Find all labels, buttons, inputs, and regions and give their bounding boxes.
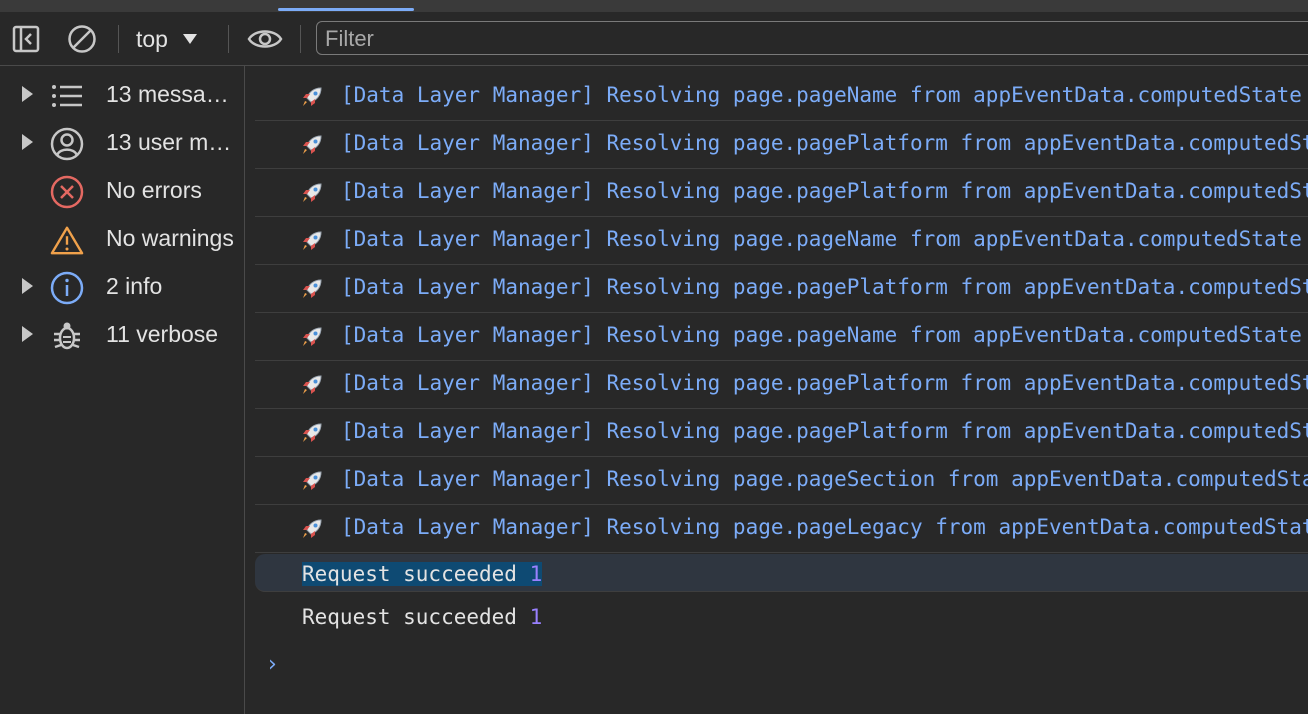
console-log-row[interactable]: [Data Layer Manager] Resolving page.page… [255,217,1308,265]
eye-icon [247,30,283,48]
result-text: Request succeeded [302,605,517,629]
rocket-icon [303,519,322,538]
log-message: [Data Layer Manager] Resolving page.page… [341,323,1302,347]
console-log-row[interactable]: [Data Layer Manager] Resolving page.page… [255,265,1308,313]
list-icon [50,79,84,113]
rocket-icon [303,183,322,202]
user-icon [50,127,84,161]
live-expression-button[interactable] [246,23,284,55]
result-message: Request succeeded 1 [302,562,543,586]
active-tab-indicator [278,8,414,11]
log-message: [Data Layer Manager] Resolving page.page… [341,467,1308,491]
clear-console-button[interactable] [66,23,98,55]
sidebar-item-label: 13 messa… [106,81,229,107]
log-message: [Data Layer Manager] Resolving page.page… [341,179,1308,203]
console-log-row[interactable]: [Data Layer Manager] Resolving page.page… [255,121,1308,169]
rocket-icon [303,375,322,394]
console-log-row[interactable]: [Data Layer Manager] Resolving page.page… [255,505,1308,553]
expand-arrow-icon[interactable] [22,86,33,102]
rocket-icon [303,327,322,346]
tab-strip [0,0,1308,12]
log-message: [Data Layer Manager] Resolving page.page… [341,275,1308,299]
expand-arrow-icon[interactable] [22,278,33,294]
warning-icon [50,223,84,257]
sidebar-item-label: No errors [106,177,202,203]
console-log-row[interactable]: [Data Layer Manager] Resolving page.page… [255,457,1308,505]
rocket-icon [303,231,322,250]
rocket-icon [303,135,322,154]
sidebar-item-label: 2 info [106,273,163,299]
sidebar-item-label: 11 verbose [106,321,219,347]
context-selector[interactable]: top [136,23,198,55]
rocket-icon [303,279,322,298]
filter-input[interactable] [325,24,1307,54]
expand-arrow-icon[interactable] [22,326,33,342]
result-count: 1 [529,562,543,586]
result-text: Request succeeded [302,562,517,586]
info-icon [50,271,84,305]
log-message: [Data Layer Manager] Resolving page.page… [341,131,1308,155]
bug-icon [50,319,84,353]
toolbar-divider [228,25,229,53]
console-log-row[interactable]: [Data Layer Manager] Resolving page.page… [255,169,1308,217]
sidebar-item-verbose[interactable]: 11 verbose [0,311,244,359]
expand-arrow-icon[interactable] [22,134,33,150]
console-prompt-icon[interactable]: › [268,652,277,677]
console-log-row[interactable]: [Data Layer Manager] Resolving page.page… [255,313,1308,361]
sidebar-toggle-icon [12,25,40,53]
sidebar-item-info[interactable]: 2 info [0,263,244,311]
console-log-row[interactable]: [Data Layer Manager] Resolving page.page… [255,409,1308,457]
console-result-row[interactable]: Request succeeded 1 [255,597,1308,637]
console-result-row[interactable]: Request succeeded 1 [255,554,1308,592]
console-toolbar: top [0,12,1308,66]
context-label: top [136,25,168,52]
toggle-sidebar-button[interactable] [10,23,42,55]
console-sidebar: 13 messa… 13 user m… No errors No warnin… [0,66,245,714]
rocket-icon [303,87,322,106]
log-message: [Data Layer Manager] Resolving page.page… [341,371,1308,395]
log-message: [Data Layer Manager] Resolving page.page… [341,419,1308,443]
console-output: [Data Layer Manager] Resolving page.page… [245,66,1308,714]
result-message: Request succeeded 1 [302,605,542,629]
clear-icon [68,25,96,53]
sidebar-item-messages[interactable]: 13 messa… [0,71,244,119]
toolbar-divider [300,25,301,53]
error-icon [50,175,84,209]
sidebar-item-label: 13 user m… [106,129,232,155]
sidebar-item-user-messages[interactable]: 13 user m… [0,119,244,167]
result-count: 1 [529,605,543,629]
rocket-icon [303,423,322,442]
toolbar-divider [118,25,119,53]
dropdown-arrow-icon [182,34,197,44]
log-message: [Data Layer Manager] Resolving page.page… [341,227,1302,251]
log-message: [Data Layer Manager] Resolving page.page… [341,515,1308,539]
log-message: [Data Layer Manager] Resolving page.page… [341,83,1302,107]
sidebar-item-label: No warnings [106,225,234,251]
sidebar-item-errors[interactable]: No errors [0,167,244,215]
rocket-icon [303,471,322,490]
console-log-row[interactable]: [Data Layer Manager] Resolving page.page… [255,361,1308,409]
filter-field[interactable] [316,21,1308,55]
console-log-row[interactable]: [Data Layer Manager] Resolving page.page… [255,73,1308,121]
sidebar-item-warnings[interactable]: No warnings [0,215,244,263]
